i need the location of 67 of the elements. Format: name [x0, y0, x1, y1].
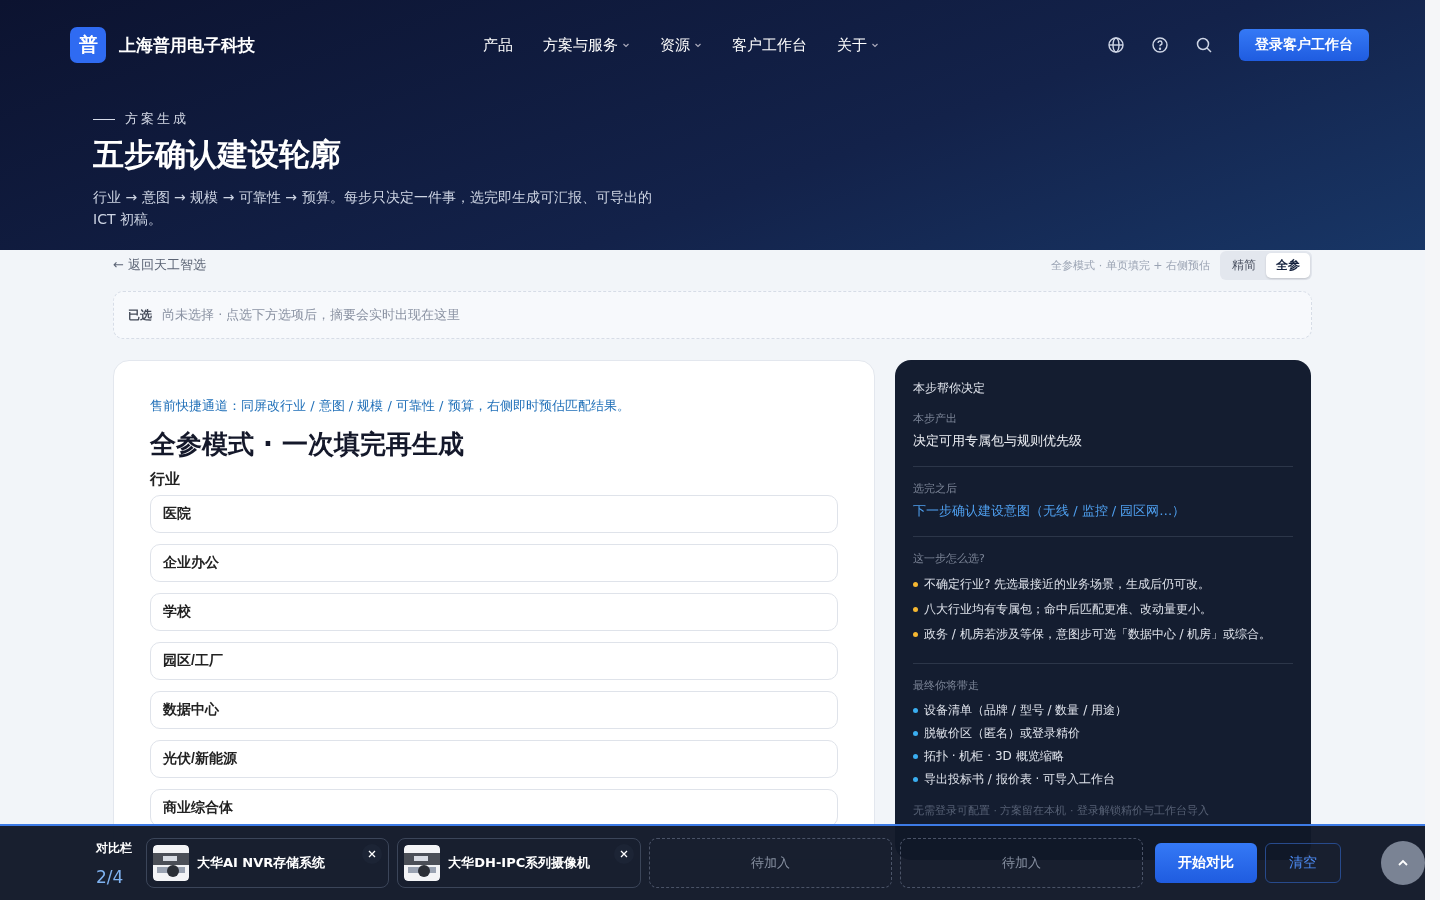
- globe-icon[interactable]: [1107, 36, 1125, 54]
- summary-text: 尚未选择 · 点选下方选项后，摘要会实时出现在这里: [162, 306, 461, 324]
- mode-option[interactable]: 精简: [1222, 252, 1266, 278]
- back-to-top-button[interactable]: [1381, 841, 1425, 885]
- tip-text: 政务 / 机房若涉及等保，意图步可选「数据中心 / 机房」或综合。: [924, 626, 1272, 643]
- hero-description: 行业 → 意图 → 规模 → 可靠性 → 预算。每步只决定一件事，选完即生成可汇报、可导出的 ICT 初稿。: [93, 188, 653, 229]
- guide-text: 决定可用专属包与规则优先级: [913, 432, 1083, 450]
- caret-icon: [694, 41, 702, 49]
- industry-option[interactable]: 企业办公: [150, 544, 838, 582]
- clear-button[interactable]: 清空: [1265, 843, 1342, 883]
- compare-label: 对比栏: [96, 839, 133, 857]
- guide-label: 选完之后: [913, 481, 958, 496]
- product-name: 大华DH-IPC系列摄像机: [448, 854, 591, 872]
- nav-link[interactable]: 资源: [660, 35, 702, 55]
- bullet-dot: [913, 607, 918, 612]
- logo-badge[interactable]: 普: [70, 27, 106, 63]
- compare-count: 2/4: [96, 866, 125, 887]
- takeaway-text: 脱敏价区（匿名）或登录精价: [924, 725, 1080, 742]
- industry-option[interactable]: 学校: [150, 593, 838, 631]
- product-name: 大华AI NVR存储系统: [196, 854, 326, 872]
- fast-track-note: 售前快捷通道：同屏改行业 / 意图 / 规模 / 可靠性 / 预算，右侧即时预估匹配结果。: [150, 397, 631, 415]
- nav-link[interactable]: 客户工作台: [732, 35, 807, 55]
- industry-option[interactable]: 数据中心: [150, 691, 838, 729]
- eyebrow-label: 方案生成: [125, 110, 189, 128]
- industry-option[interactable]: 光伏/新能源: [150, 740, 838, 778]
- industry-option[interactable]: 医院: [150, 495, 838, 533]
- search-icon[interactable]: [1195, 36, 1213, 54]
- start-compare-button[interactable]: 开始对比: [1155, 843, 1258, 883]
- close-icon: [619, 850, 628, 858]
- guide-label: 本步产出: [913, 411, 958, 426]
- next-step-text: 下一步确认建设意图（无线 / 监控 / 园区网…）: [913, 502, 1187, 520]
- close-button[interactable]: [362, 844, 383, 864]
- takeaway-text: 导出投标书 / 报价表 · 可导入工作台: [924, 771, 1116, 788]
- login-button[interactable]: 登录客户工作台: [1239, 29, 1369, 61]
- close-icon: [368, 850, 377, 858]
- close-button[interactable]: [613, 844, 634, 864]
- form-title: 全参模式 · 一次填完再生成: [150, 428, 465, 461]
- industry-option[interactable]: 园区/工厂: [150, 642, 838, 680]
- tip-text: 八大行业均有专属包；命中后匹配更准、改动量更小。: [924, 601, 1212, 618]
- nav-link[interactable]: 产品: [483, 35, 513, 55]
- takeaway-text: 拓扑 · 机柜 · 3D 概览缩略: [924, 748, 1064, 765]
- bullet-dot: [913, 582, 918, 587]
- back-link[interactable]: ← 返回天工智选: [113, 256, 207, 274]
- guide-label: 最终你将带走: [913, 678, 980, 693]
- summary-label: 已选: [128, 306, 152, 324]
- bullet-dot: [913, 777, 918, 782]
- bullet-dot: [913, 731, 918, 736]
- bullet-dot: [913, 754, 918, 759]
- hero-title: 五步确认建设轮廓: [93, 135, 342, 174]
- nav-link[interactable]: 关于: [837, 35, 879, 55]
- brand-name[interactable]: 上海普用电子科技: [119, 33, 255, 57]
- guide-title: 本步帮你决定: [913, 380, 986, 397]
- mode-option[interactable]: 全参: [1266, 252, 1310, 278]
- help-icon[interactable]: [1151, 36, 1169, 54]
- nav-link[interactable]: 方案与服务: [543, 35, 630, 55]
- guide-label: 这一步怎么选?: [913, 551, 986, 566]
- bullet-dot: [913, 708, 918, 713]
- industry-option[interactable]: 商业综合体: [150, 789, 838, 827]
- takeaway-text: 设备清单（品牌 / 型号 / 数量 / 用途）: [924, 702, 1127, 719]
- tip-text: 不确定行业? 先选最接近的业务场景，生成后仍可改。: [924, 576, 1211, 593]
- bullet-dot: [913, 632, 918, 637]
- mode-hint: 全参模式 · 单页填完 + 右侧预估: [1051, 257, 1210, 273]
- caret-icon: [622, 41, 630, 49]
- caret-icon: [871, 41, 879, 49]
- section-label: 行业: [150, 470, 181, 489]
- empty-slot: 待加入: [648, 838, 893, 888]
- empty-slot: 待加入: [900, 838, 1144, 888]
